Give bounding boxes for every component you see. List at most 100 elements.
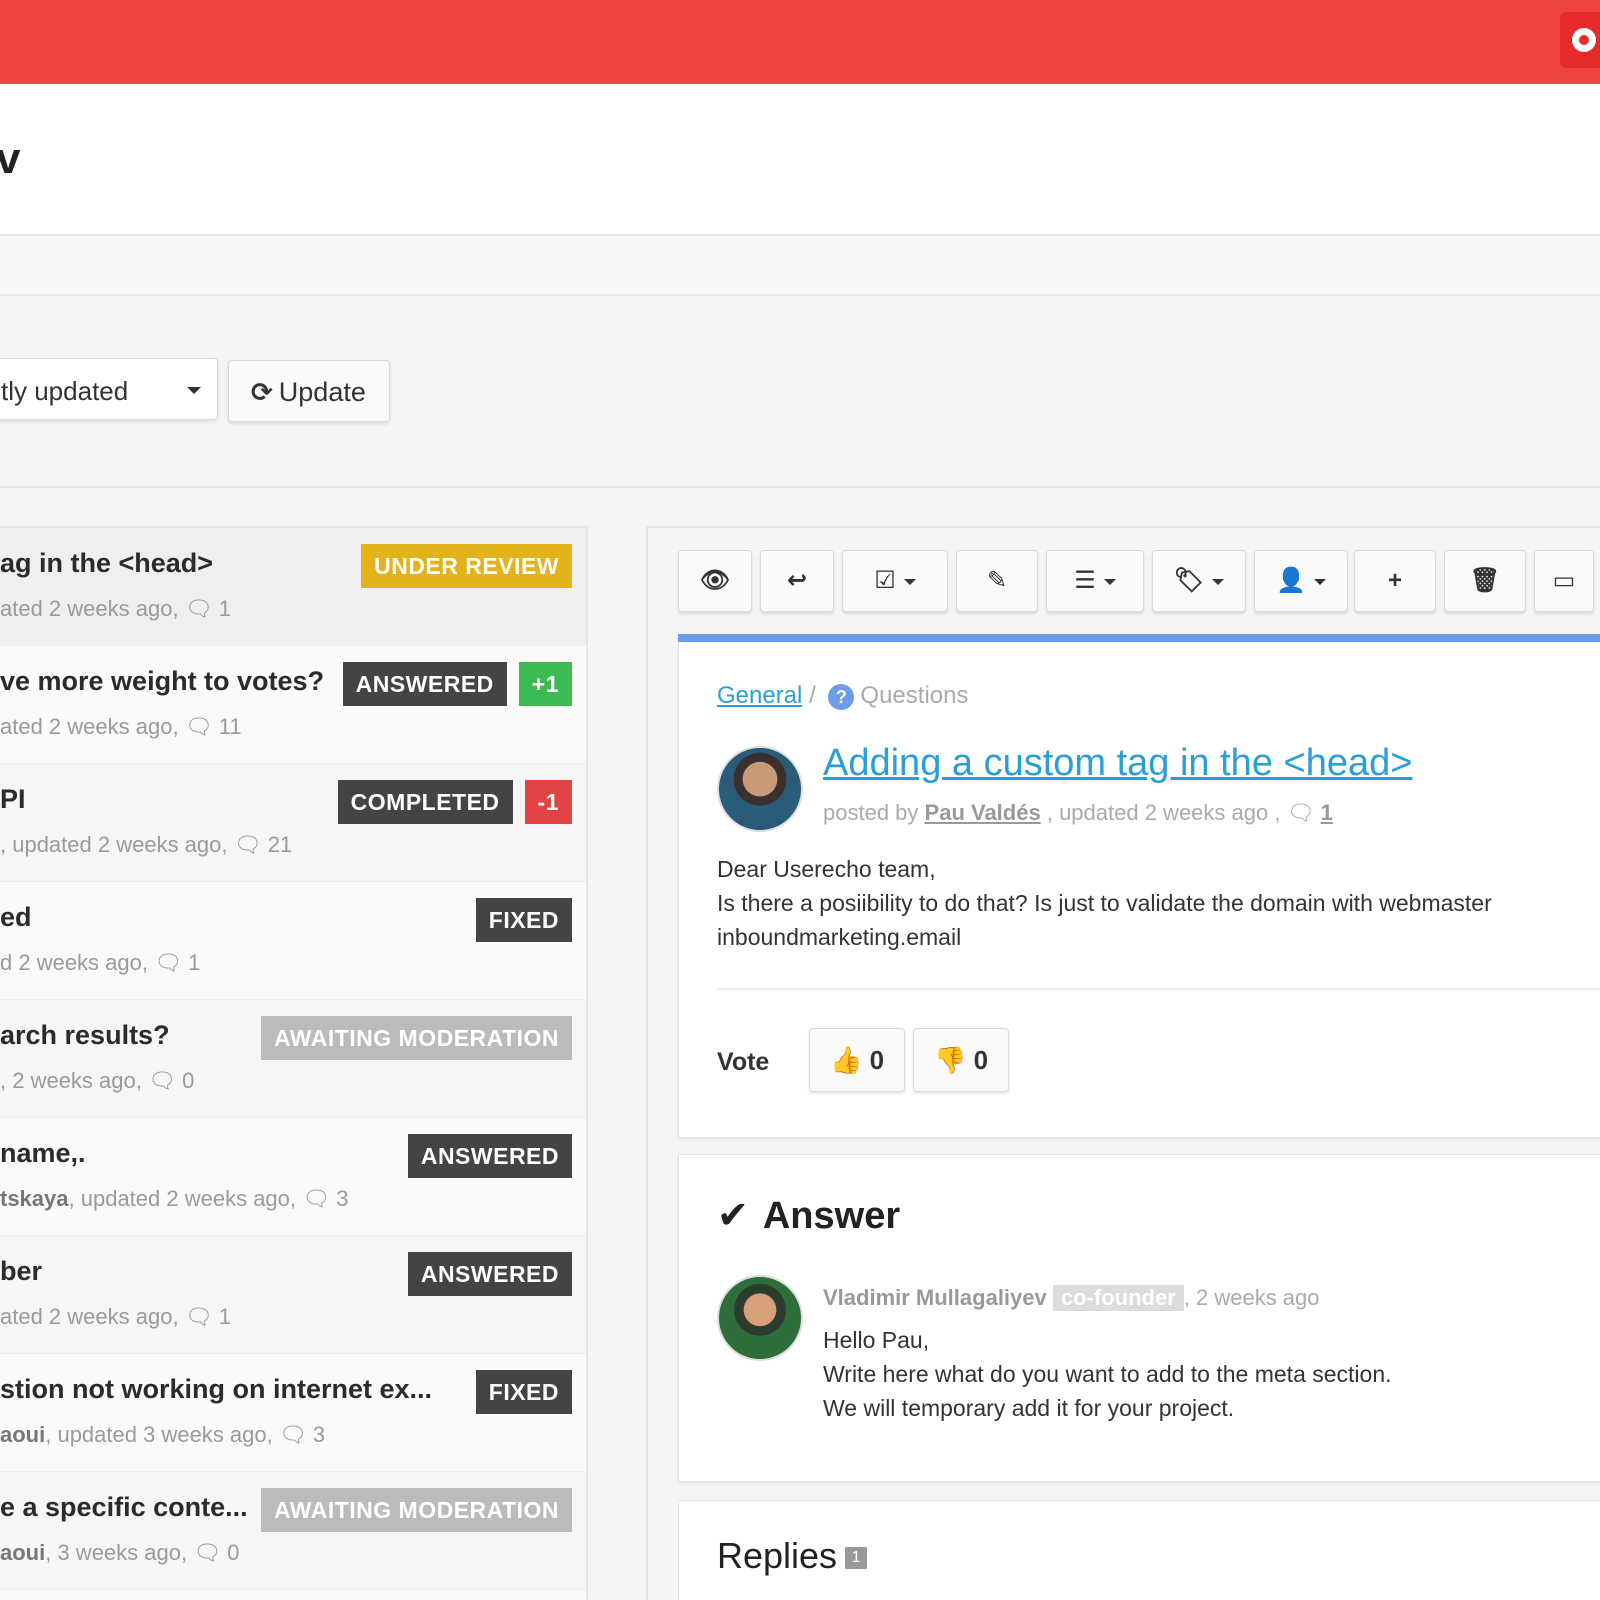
topic-item-badges: FIXED [475, 898, 572, 942]
topic-item-comments: 0 [182, 1068, 195, 1093]
comments-icon: 🗨 [184, 1304, 213, 1329]
topic-item-title[interactable]: ber [0, 1256, 42, 1287]
author-avatar[interactable] [717, 746, 803, 832]
update-button-label: Update [278, 377, 366, 407]
topic-card: General / ? Questions Adding a custom tag… [678, 642, 1600, 1138]
window-icon: ▭ [1552, 567, 1576, 594]
topic-item-title[interactable]: ed [0, 902, 32, 933]
topic-item-meta-text: , updated 2 weeks ago, [0, 832, 228, 857]
status-badge: FIXED [475, 1370, 572, 1414]
topic-item-comments: 21 [267, 832, 293, 857]
user-icon: 👤 [1276, 567, 1306, 594]
eye-slash-icon: 👁 [699, 567, 731, 594]
topic-list: ag in the <head> ated 2 weeks ago, 🗨 1 UND… [0, 526, 588, 1600]
topic-list-item[interactable]: e a specific conte... aoui, 3 weeks ago, … [0, 1472, 586, 1590]
topic-item-author[interactable]: aoui [0, 1540, 45, 1565]
answer-author[interactable]: Vladimir Mullagaliyev [823, 1285, 1047, 1310]
role-badge: co-founder [1052, 1285, 1184, 1311]
topic-item-comments: 0 [227, 1540, 240, 1565]
answer-body: Hello Pau, Write here what do you want t… [823, 1323, 1392, 1425]
answer-author-avatar[interactable] [717, 1275, 803, 1361]
list-button[interactable]: ☰ [1046, 550, 1144, 612]
chevron-down-icon [1103, 578, 1116, 585]
tag-icon: 🏷 [1173, 567, 1205, 594]
comments-icon: 🗨 [154, 950, 183, 975]
toggle-visibility-button[interactable]: 👁 [678, 550, 752, 612]
update-button[interactable]: ⟳ Update [228, 360, 390, 422]
topic-item-meta-text: d 2 weeks ago, [0, 950, 148, 975]
upvote-button[interactable]: 👍 0 [809, 1028, 905, 1092]
body-line: Is there a posiibility to do that? Is ju… [717, 890, 1492, 916]
topic-item-meta: aoui, updated 3 weeks ago, 🗨 3 [0, 1422, 325, 1448]
replies-heading: Replies 1 [717, 1535, 868, 1577]
status-badge: -1 [524, 780, 572, 824]
topic-item-title[interactable]: e a specific conte... [0, 1492, 248, 1523]
user-menu-button[interactable] [1560, 12, 1600, 68]
topic-item-author[interactable]: aoui [0, 1422, 45, 1447]
divider [717, 988, 1600, 990]
topic-item-title[interactable]: ve more weight to votes? [0, 666, 324, 697]
topic-title-link[interactable]: Adding a custom tag in the <head> [823, 742, 1412, 785]
thumbs-up-icon: 👍 [829, 1045, 863, 1075]
status-button[interactable]: ☑ [842, 550, 948, 612]
delete-button[interactable]: 🗑 [1444, 550, 1526, 612]
trash-icon: 🗑 [1469, 567, 1501, 594]
chevron-down-icon [1212, 578, 1225, 585]
topic-item-title[interactable]: name,. [0, 1138, 86, 1169]
topic-meta: posted by Pau Valdés , updated 2 weeks a… [823, 800, 1333, 826]
assign-user-button[interactable]: 👤 [1254, 550, 1348, 612]
tag-button[interactable]: 🏷 [1152, 550, 1246, 612]
topic-item-badges: ANSWERED +1 [342, 662, 572, 706]
topic-item-meta: , 2 weeks ago, 🗨 0 [0, 1068, 194, 1094]
topic-body: Dear Userecho team, Is there a posiibili… [717, 852, 1492, 954]
edit-button[interactable]: ✎ [956, 550, 1038, 612]
answer-time: , 2 weeks ago [1183, 1285, 1320, 1310]
comments-icon: 🗨 [184, 714, 213, 739]
topic-list-item[interactable]: arch results? , 2 weeks ago, 🗨 0 AWAITING … [0, 1000, 586, 1118]
check-icon: ✔ [717, 1195, 749, 1237]
topic-list-item[interactable]: ag in the <head> ated 2 weeks ago, 🗨 1 UND… [0, 528, 586, 646]
status-badge: ANSWERED [407, 1252, 572, 1296]
topic-list-item[interactable]: ed d 2 weeks ago, 🗨 1 FIXED [0, 882, 586, 1000]
add-button[interactable]: + [1354, 550, 1436, 612]
comments-icon: 🗨 [193, 1540, 222, 1565]
more-button[interactable]: ▭ [1534, 550, 1594, 612]
topic-item-meta-text: , 2 weeks ago, [0, 1068, 142, 1093]
downvote-button[interactable]: 👎 0 [913, 1028, 1009, 1092]
topic-item-title[interactable]: ag in the <head> [0, 548, 213, 579]
replies-heading-label: Replies [717, 1535, 838, 1576]
status-badge: ANSWERED [407, 1134, 572, 1178]
status-badge: COMPLETED [337, 780, 513, 824]
globe-icon [1572, 28, 1596, 52]
topic-list-item[interactable]: name,. tskaya, updated 2 weeks ago, 🗨 3 AN… [0, 1118, 586, 1236]
topic-item-author[interactable]: tskaya [0, 1186, 69, 1211]
answer-line: We will temporary add it for your projec… [823, 1395, 1235, 1421]
breadcrumb: General / ? Questions [717, 682, 968, 710]
topic-item-title[interactable]: stion not working on internet ex... [0, 1374, 432, 1405]
topic-list-item[interactable]: ber ated 2 weeks ago, 🗨 1 ANSWERED [0, 1236, 586, 1354]
breadcrumb-general-link[interactable]: General [717, 682, 802, 709]
topic-list-item[interactable]: stion not working on internet ex... aoui,… [0, 1354, 586, 1472]
replies-count: 1 [845, 1547, 868, 1570]
topic-item-title[interactable]: PI [0, 784, 26, 815]
topic-item-badges: ANSWERED [407, 1252, 572, 1296]
breadcrumb-separator: / [809, 682, 816, 709]
topic-item-meta: d 2 weeks ago, 🗨 1 [0, 950, 200, 976]
status-badge: FIXED [475, 898, 572, 942]
breadcrumb-current: Questions [860, 682, 969, 709]
sort-select-value: tly updated [1, 376, 129, 406]
comments-count-link[interactable]: 1 [1321, 800, 1333, 825]
author-link[interactable]: Pau Valdés [925, 800, 1041, 825]
thumbs-down-icon: 👎 [933, 1045, 967, 1075]
comments-icon: 🗨 [233, 832, 262, 857]
reply-button[interactable]: ↩ [760, 550, 834, 612]
topic-list-item[interactable]: ve more weight to votes? ated 2 weeks ago… [0, 646, 586, 764]
status-badge: ANSWERED [342, 662, 507, 706]
status-badge: UNDER REVIEW [361, 544, 572, 588]
question-icon: ? [828, 683, 855, 710]
topic-item-title[interactable]: arch results? [0, 1020, 170, 1051]
sort-select[interactable]: tly updated [0, 358, 218, 420]
answer-meta: Vladimir Mullagaliyev co-founder, 2 week… [823, 1285, 1320, 1311]
topic-list-item[interactable]: PI , updated 2 weeks ago, 🗨 21 COMPLETED -1 [0, 764, 586, 882]
answer-card: ✔ Answer Vladimir Mullagaliyev co-founder… [678, 1154, 1600, 1482]
